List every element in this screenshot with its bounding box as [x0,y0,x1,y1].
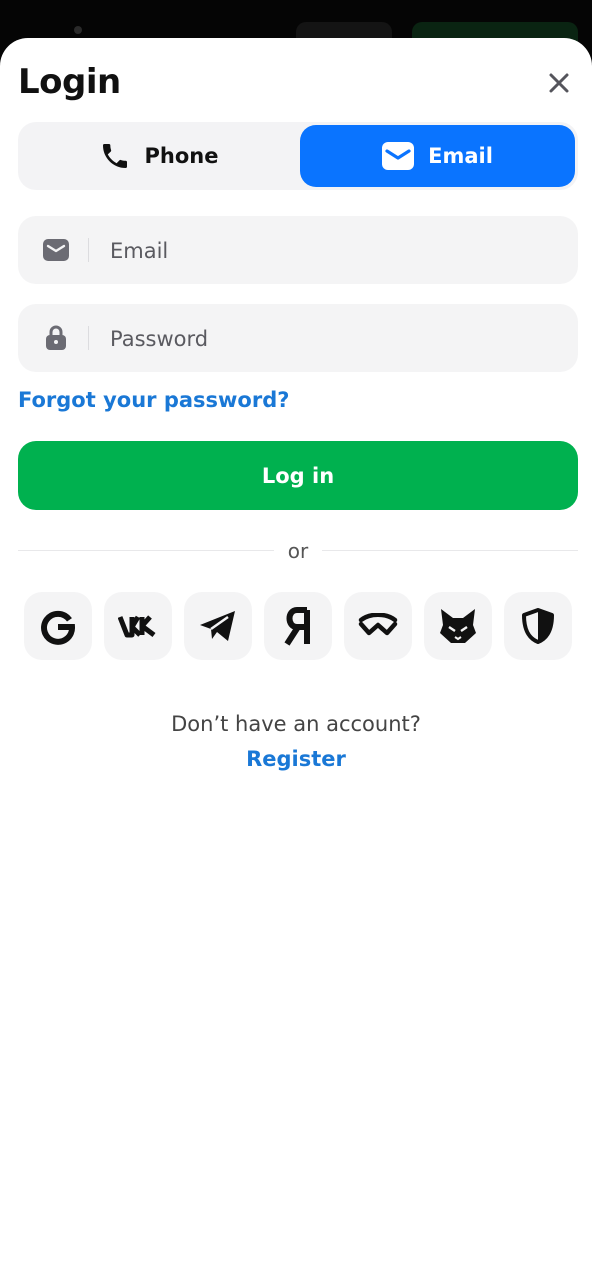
divider-line [322,550,578,551]
divider-label: or [287,539,309,563]
field-divider [88,238,89,262]
metamask-fox-icon [440,609,476,643]
yandex-login-button[interactable] [264,592,332,660]
google-login-button[interactable] [24,592,92,660]
field-divider [88,326,89,350]
phone-icon [102,144,127,168]
close-button[interactable] [544,68,574,98]
yandex-icon [284,607,310,646]
vk-login-button[interactable] [104,592,172,660]
email-field [18,216,578,286]
close-icon [549,73,569,93]
walletconnect-icon [358,613,398,636]
login-modal: Login Phone Email Email Forgot your pass… [0,38,592,1280]
tab-email-label: Email [428,144,493,168]
password-field [18,304,578,374]
vk-icon [118,615,156,638]
shield-login-button[interactable] [504,592,572,660]
shield-icon [522,608,554,644]
google-icon [41,610,75,645]
telegram-icon [200,611,235,641]
background-dot [74,26,82,34]
modal-title: Login [18,62,121,102]
divider-line [18,550,274,551]
tab-phone[interactable]: Phone [21,125,296,187]
tab-phone-label: Phone [144,144,219,168]
forgot-password-link[interactable]: Forgot your password? [18,388,289,412]
telegram-login-button[interactable] [184,592,252,660]
envelope-icon [42,237,70,263]
envelope-icon [382,142,415,170]
no-account-text: Don’t have an account? [171,712,421,736]
walletconnect-login-button[interactable] [344,592,412,660]
lock-icon [42,325,70,351]
login-method-tabs: Phone Email [18,122,578,190]
register-link[interactable]: Register [0,747,592,771]
login-button[interactable]: Log in [18,441,578,510]
tab-email[interactable]: Email [300,125,575,187]
metamask-login-button[interactable] [424,592,492,660]
email-input[interactable] [108,216,562,286]
password-input[interactable] [108,304,562,374]
